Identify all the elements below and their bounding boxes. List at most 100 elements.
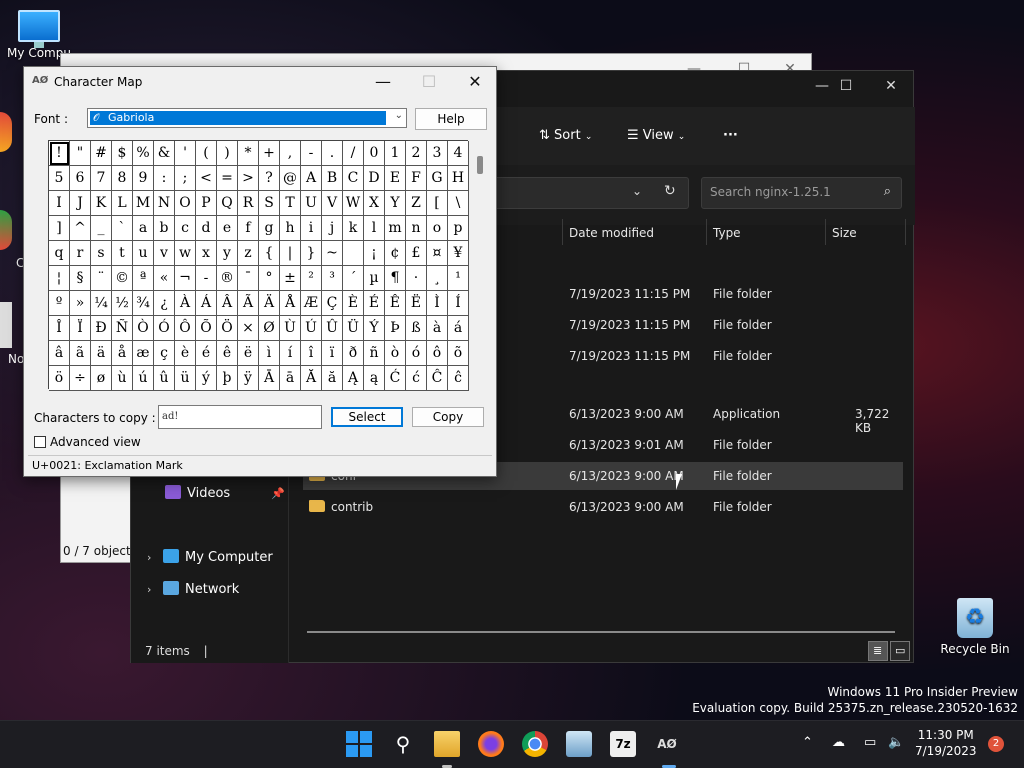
- start-icon[interactable]: [346, 731, 372, 757]
- char-cell[interactable]: Q: [217, 191, 238, 216]
- char-cell[interactable]: £: [406, 241, 427, 266]
- char-cell[interactable]: Ô: [175, 316, 196, 341]
- char-cell[interactable]: ¥: [448, 241, 469, 266]
- char-cell[interactable]: â: [49, 341, 70, 366]
- char-cell[interactable]: Ñ: [112, 316, 133, 341]
- char-cell[interactable]: ³: [322, 266, 343, 291]
- close-icon[interactable]: ✕: [452, 67, 498, 97]
- char-cell[interactable]: Y: [385, 191, 406, 216]
- char-cell[interactable]: s: [91, 241, 112, 266]
- search-input[interactable]: Search nginx-1.25.1 ⌕: [701, 177, 902, 209]
- desktop-icon-partial[interactable]: [0, 112, 12, 152]
- table-row[interactable]: contrib 6/13/2023 9:00 AM File folder: [303, 493, 903, 521]
- char-cell[interactable]: J: [70, 191, 91, 216]
- char-cell[interactable]: ?: [259, 166, 280, 191]
- char-cell[interactable]: ñ: [364, 341, 385, 366]
- character-map-icon[interactable]: AØ: [654, 731, 680, 757]
- char-cell[interactable]: ^: [70, 216, 91, 241]
- char-cell[interactable]: ß: [406, 316, 427, 341]
- char-cell[interactable]: L: [112, 191, 133, 216]
- char-cell[interactable]: I: [49, 191, 70, 216]
- char-cell[interactable]: ]: [49, 216, 70, 241]
- char-cell[interactable]: l: [364, 216, 385, 241]
- character-grid[interactable]: ! " # $% & '() * +, -./0 1 2 3 4 5 6 7 8 9:; < = >? @ A B C D E F G H…: [48, 140, 469, 391]
- char-cell[interactable]: ¸: [427, 266, 448, 291]
- char-cell[interactable]: Â: [217, 291, 238, 316]
- column-header-date[interactable]: Date modified: [569, 226, 654, 240]
- char-cell[interactable]: á: [448, 316, 469, 341]
- chevron-down-icon[interactable]: ⌄: [632, 184, 642, 198]
- horizontal-scrollbar[interactable]: [307, 631, 895, 633]
- grid-scrollbar[interactable]: [474, 140, 488, 389]
- char-cell[interactable]: ´: [343, 266, 364, 291]
- char-cell[interactable]: ù: [112, 366, 133, 391]
- char-cell[interactable]: [: [427, 191, 448, 216]
- char-cell[interactable]: ×: [238, 316, 259, 341]
- char-cell[interactable]: >: [238, 166, 259, 191]
- maximize-icon[interactable]: ☐: [823, 71, 869, 101]
- char-cell[interactable]: m: [385, 216, 406, 241]
- char-cell[interactable]: z: [238, 241, 259, 266]
- char-cell[interactable]: ç: [154, 341, 175, 366]
- char-cell[interactable]: e: [217, 216, 238, 241]
- char-cell[interactable]: [343, 241, 364, 266]
- char-cell[interactable]: ): [217, 141, 238, 166]
- char-cell[interactable]: »: [70, 291, 91, 316]
- char-cell[interactable]: ª: [133, 266, 154, 291]
- char-cell[interactable]: 0: [364, 141, 385, 166]
- char-cell[interactable]: û: [154, 366, 175, 391]
- char-cell[interactable]: y: [217, 241, 238, 266]
- nav-item-my-computer[interactable]: › My Computer: [147, 549, 273, 565]
- char-cell[interactable]: V: [322, 191, 343, 216]
- char-cell[interactable]: µ: [364, 266, 385, 291]
- char-cell[interactable]: Ø: [259, 316, 280, 341]
- char-cell[interactable]: :: [154, 166, 175, 191]
- char-cell[interactable]: ½: [112, 291, 133, 316]
- view-button[interactable]: ☰ View ⌄: [627, 128, 685, 143]
- char-cell[interactable]: 4: [448, 141, 469, 166]
- char-cell[interactable]: G: [427, 166, 448, 191]
- char-cell[interactable]: Ð: [91, 316, 112, 341]
- char-cell[interactable]: ²: [301, 266, 322, 291]
- char-cell[interactable]: ;: [175, 166, 196, 191]
- column-header-size[interactable]: Size: [832, 226, 857, 240]
- nav-item-network[interactable]: › Network: [147, 581, 239, 597]
- char-cell[interactable]: r: [70, 241, 91, 266]
- column-header-type[interactable]: Type: [713, 226, 741, 240]
- char-cell[interactable]: B: [322, 166, 343, 191]
- char-cell[interactable]: é: [196, 341, 217, 366]
- char-cell[interactable]: ,: [280, 141, 301, 166]
- char-cell[interactable]: «: [154, 266, 175, 291]
- char-cell[interactable]: ì: [259, 341, 280, 366]
- desktop-icon-partial[interactable]: [0, 210, 12, 250]
- char-cell[interactable]: Ê: [385, 291, 406, 316]
- char-cell[interactable]: Á: [196, 291, 217, 316]
- char-cell[interactable]: ¼: [91, 291, 112, 316]
- char-cell[interactable]: ¢: [385, 241, 406, 266]
- clock[interactable]: 11:30 PM 7/19/2023: [915, 727, 977, 759]
- char-cell[interactable]: u: [133, 241, 154, 266]
- char-cell[interactable]: R: [238, 191, 259, 216]
- resource-monitor-icon[interactable]: [566, 731, 592, 757]
- char-cell[interactable]: å: [112, 341, 133, 366]
- char-cell[interactable]: ą: [364, 366, 385, 391]
- char-cell[interactable]: Û: [322, 316, 343, 341]
- char-cell[interactable]: ~: [322, 241, 343, 266]
- char-cell[interactable]: æ: [133, 341, 154, 366]
- char-cell[interactable]: ¾: [133, 291, 154, 316]
- desktop-icon-partial[interactable]: [0, 302, 12, 348]
- char-cell[interactable]: Æ: [301, 291, 322, 316]
- search-icon[interactable]: ⚲: [390, 731, 416, 757]
- char-cell[interactable]: c: [175, 216, 196, 241]
- char-cell[interactable]: Ĉ: [427, 366, 448, 391]
- char-cell[interactable]: î: [301, 341, 322, 366]
- char-cell[interactable]: E: [385, 166, 406, 191]
- char-cell[interactable]: þ: [217, 366, 238, 391]
- char-cell[interactable]: õ: [448, 341, 469, 366]
- column-separator[interactable]: [562, 219, 563, 245]
- char-cell[interactable]: W: [343, 191, 364, 216]
- char-cell[interactable]: ý: [196, 366, 217, 391]
- chevron-right-icon[interactable]: ›: [147, 551, 163, 564]
- char-cell[interactable]: o: [427, 216, 448, 241]
- char-cell[interactable]: b: [154, 216, 175, 241]
